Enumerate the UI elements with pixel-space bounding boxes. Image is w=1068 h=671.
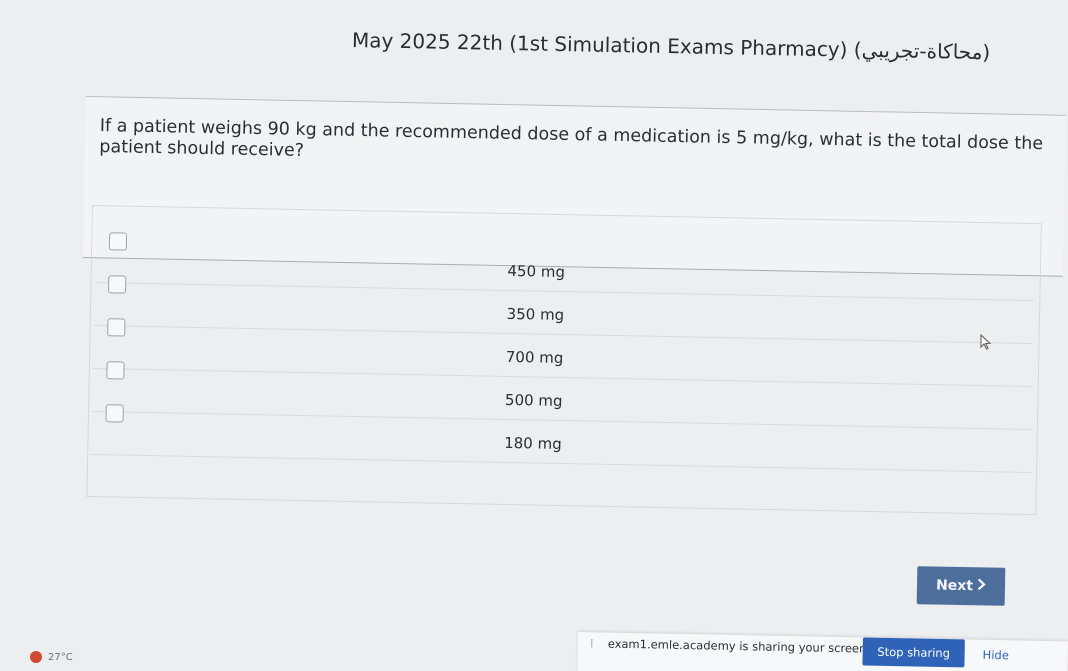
temperature-label: 27°C	[48, 651, 73, 663]
exam-page: May 2025 22th (1st Simulation Exams Phar…	[0, 0, 1068, 671]
option-label: 350 mg	[506, 304, 565, 325]
exam-title: May 2025 22th (1st Simulation Exams Phar…	[351, 28, 991, 65]
option-checkbox	[105, 404, 124, 423]
drag-handle-icon[interactable]: ⁞	[590, 636, 594, 650]
taskbar-weather[interactable]: 27°C	[30, 651, 73, 663]
next-button[interactable]: Next	[916, 566, 1006, 606]
chevron-right-icon	[977, 578, 986, 594]
hide-button[interactable]: Hide	[983, 648, 1009, 663]
answer-options: 450 mg 350 mg 700 mg 500 mg 180 mg	[90, 232, 1035, 474]
share-message: exam1.emle.academy is sharing your scree…	[607, 636, 871, 656]
stop-sharing-button[interactable]: Stop sharing	[862, 637, 965, 668]
option-checkbox[interactable]	[107, 275, 127, 294]
option-checkbox[interactable]	[106, 361, 125, 380]
option-label: 500 mg	[504, 390, 563, 411]
screen-share-bar: ⁞ exam1.emle.academy is sharing your scr…	[577, 632, 1068, 671]
option-label: 450 mg	[507, 261, 566, 282]
mouse-cursor-icon	[980, 333, 992, 350]
next-button-label: Next	[935, 577, 974, 595]
option-checkbox[interactable]	[107, 318, 126, 337]
weather-icon	[30, 651, 42, 663]
option-label: 700 mg	[505, 347, 564, 368]
option-checkbox[interactable]	[108, 232, 128, 251]
option-label: 180 mg	[504, 433, 562, 453]
